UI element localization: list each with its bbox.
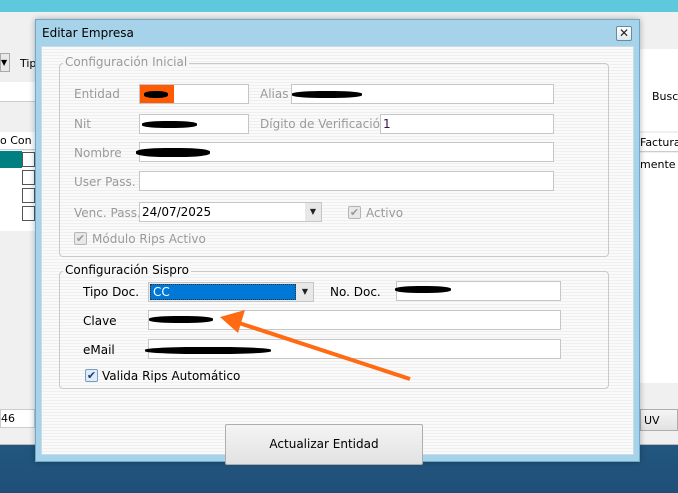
annotation-arrow <box>220 310 411 381</box>
arrow-shaft <box>235 320 411 381</box>
arrow-head <box>220 310 245 333</box>
